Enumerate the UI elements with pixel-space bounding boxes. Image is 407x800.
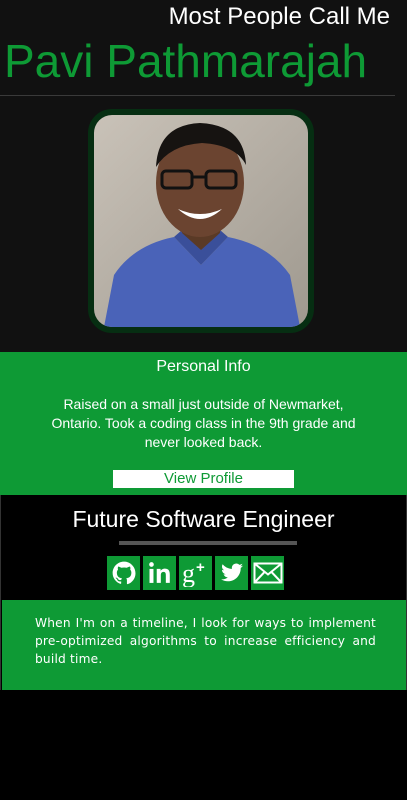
email-link[interactable]: [251, 556, 284, 590]
quote-text: When I'm on a timeline, I look for ways …: [35, 616, 376, 666]
linkedin-link[interactable]: [143, 556, 176, 590]
personal-info-title: Personal Info: [156, 358, 251, 375]
github-icon: [112, 561, 135, 585]
avatar-illustration: [94, 115, 308, 327]
twitter-link[interactable]: [215, 556, 248, 590]
header: Most People Call Me Pavi Pathmarajah: [0, 0, 407, 352]
view-profile-button[interactable]: View Profile: [113, 470, 294, 488]
career-section: Future Software Engineer g + When I'm on…: [0, 495, 407, 690]
personal-info-section: Personal Info Raised on a small just out…: [0, 352, 407, 495]
linkedin-icon: [148, 562, 170, 583]
profile-photo: [88, 109, 314, 333]
page-title: Pavi Pathmarajah: [4, 35, 368, 87]
career-divider: [119, 541, 297, 545]
personal-info-body: Raised on a small just outside of Newmar…: [51, 396, 356, 450]
svg-text:+: +: [196, 559, 205, 576]
header-divider: [0, 95, 395, 96]
svg-text:g: g: [182, 559, 195, 587]
google-plus-link[interactable]: g +: [179, 556, 212, 590]
social-links: g +: [107, 556, 284, 590]
mail-icon: [253, 562, 282, 584]
google-plus-icon: g +: [182, 559, 205, 587]
github-link[interactable]: [107, 556, 140, 590]
twitter-icon: [220, 563, 243, 582]
career-title: Future Software Engineer: [72, 506, 335, 532]
tagline: Most People Call Me: [168, 3, 390, 30]
quote-box: When I'm on a timeline, I look for ways …: [2, 600, 406, 690]
